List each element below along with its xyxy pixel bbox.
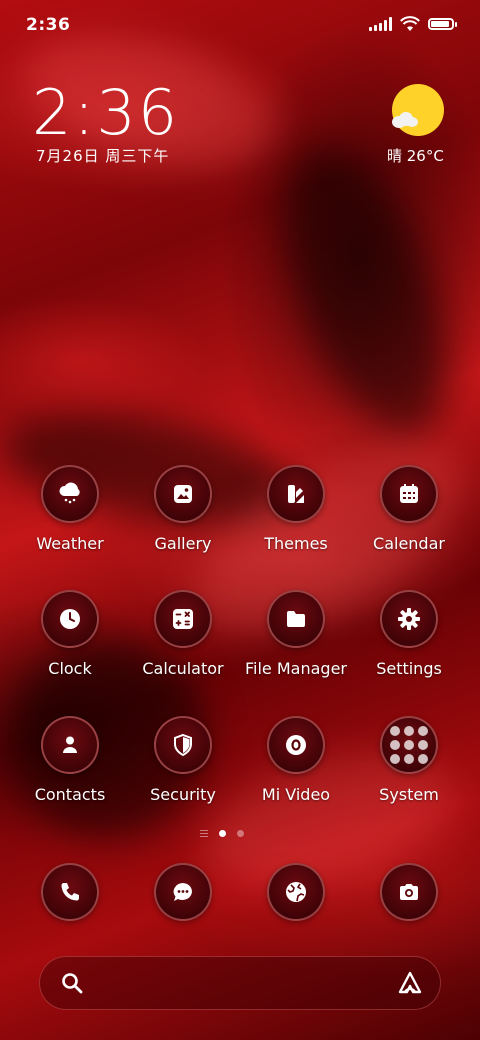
app-contacts[interactable]: Contacts: [14, 716, 126, 804]
app-label: File Manager: [245, 659, 347, 678]
cloud-icon: [392, 112, 420, 128]
video-icon: [267, 716, 325, 774]
app-gallery[interactable]: Gallery: [127, 465, 239, 553]
app-label: Clock: [48, 659, 92, 678]
app-label: Mi Video: [261, 785, 331, 804]
wallpaper-fold: [252, 126, 478, 454]
status-bar: 2:36: [0, 0, 480, 50]
app-system-folder[interactable]: System: [353, 716, 465, 804]
clock-widget-time[interactable]: 2:36: [32, 76, 179, 149]
gear-icon: [380, 590, 438, 648]
app-settings[interactable]: Settings: [353, 590, 465, 678]
messages-icon: [154, 863, 212, 921]
search-icon[interactable]: [60, 971, 84, 995]
shield-icon: [154, 716, 212, 774]
clock-widget-date[interactable]: 7月26日 周三下午: [36, 145, 169, 166]
page-indicator[interactable]: [200, 830, 244, 837]
app-calculator[interactable]: Calculator: [127, 590, 239, 678]
app-label: Calculator: [142, 659, 224, 678]
dock-messages[interactable]: [127, 863, 239, 921]
app-clock[interactable]: Clock: [14, 590, 126, 678]
app-label: Contacts: [34, 785, 106, 804]
app-label: Calendar: [373, 534, 445, 553]
assistant-icon[interactable]: [396, 969, 424, 997]
app-file-manager[interactable]: File Manager: [240, 590, 352, 678]
app-label: Settings: [376, 659, 442, 678]
dock-phone[interactable]: [14, 863, 126, 921]
camera-icon: [380, 863, 438, 921]
calendar-icon: [380, 465, 438, 523]
app-mi-video[interactable]: Mi Video: [240, 716, 352, 804]
app-calendar[interactable]: Calendar: [353, 465, 465, 553]
page-dot: [237, 830, 244, 837]
battery-icon: [428, 18, 457, 30]
app-weather[interactable]: Weather: [14, 465, 126, 553]
dock-browser[interactable]: [240, 863, 352, 921]
gallery-icon: [154, 465, 212, 523]
signal-icon: [369, 17, 392, 31]
status-time: 2:36: [26, 15, 71, 35]
folder-grid-icon: [380, 716, 438, 774]
weather-icon: [41, 465, 99, 523]
search-bar[interactable]: [39, 956, 441, 1010]
app-label: Security: [150, 785, 216, 804]
contacts-icon: [41, 716, 99, 774]
phone-icon: [41, 863, 99, 921]
app-security[interactable]: Security: [127, 716, 239, 804]
wifi-icon: [400, 16, 420, 31]
app-label: Weather: [36, 534, 104, 553]
browser-icon: [267, 863, 325, 921]
app-label: System: [379, 785, 439, 804]
app-label: Gallery: [154, 534, 212, 553]
dock-camera[interactable]: [353, 863, 465, 921]
folder-icon: [267, 590, 325, 648]
sun-cloud-icon[interactable]: [392, 84, 444, 136]
status-icons: [369, 16, 457, 32]
themes-icon: [267, 465, 325, 523]
weather-text[interactable]: 晴 26°C: [387, 145, 444, 166]
page-dot-active: [219, 830, 226, 837]
app-themes[interactable]: Themes: [240, 465, 352, 553]
app-label: Themes: [264, 534, 328, 553]
clock-icon: [41, 590, 99, 648]
calculator-icon: [154, 590, 212, 648]
menu-lines-icon: [200, 830, 208, 837]
